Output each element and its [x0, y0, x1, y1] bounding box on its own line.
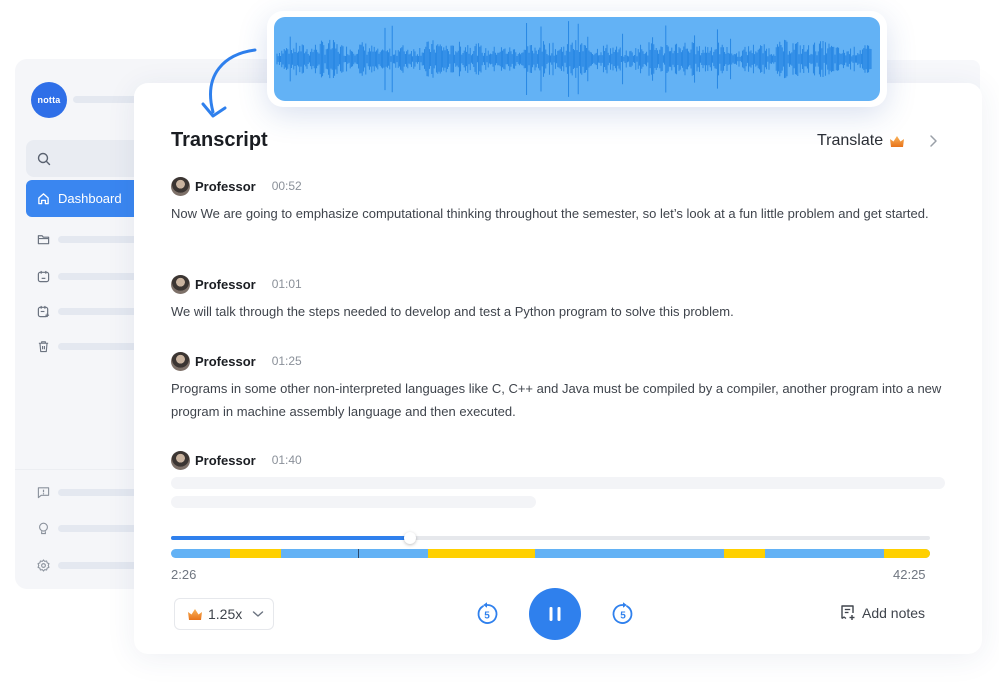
- notta-logo: notta: [31, 82, 67, 118]
- search-icon: [37, 152, 51, 165]
- svg-text:5: 5: [620, 611, 626, 622]
- calendar-edit-icon: [37, 305, 50, 318]
- playback-progress-slider[interactable]: [171, 532, 930, 544]
- transcript-text: Now We are going to emphasize computatio…: [171, 206, 929, 221]
- calendar-icon: [37, 270, 50, 283]
- audio-waveform-card: [267, 11, 887, 107]
- add-notes-label: Add notes: [862, 604, 926, 621]
- curved-arrow-icon: [201, 48, 257, 118]
- sidebar-item-feedback[interactable]: [37, 486, 138, 499]
- add-note-icon: [841, 605, 855, 620]
- timestamp[interactable]: 01:01: [272, 277, 302, 291]
- search-input[interactable]: [26, 140, 146, 177]
- transcript-entry[interactable]: Professor 01:01 We will talk through the…: [171, 274, 951, 323]
- timestamp[interactable]: 01:25: [272, 354, 302, 368]
- crown-icon: [188, 608, 202, 620]
- sidebar-item-settings[interactable]: [37, 559, 138, 572]
- chevron-right-icon[interactable]: [927, 133, 939, 149]
- transcript-entry[interactable]: Professor 01:40: [171, 450, 951, 470]
- playback-speed-select[interactable]: 1.25x: [174, 598, 274, 630]
- highlight-timeline[interactable]: [171, 549, 930, 558]
- sidebar-item-schedule[interactable]: [37, 305, 138, 318]
- progress-handle[interactable]: [404, 532, 417, 544]
- loading-placeholder-line: [171, 477, 945, 489]
- translate-button[interactable]: Translate: [817, 132, 905, 150]
- translate-label: Translate: [817, 132, 884, 149]
- add-notes-button[interactable]: Add notes: [840, 604, 925, 621]
- sidebar-item-folders[interactable]: [37, 233, 138, 246]
- audio-waveform: [276, 21, 872, 97]
- transcript-text: We will talk through the steps needed to…: [171, 304, 734, 319]
- timestamp[interactable]: 01:40: [272, 453, 302, 467]
- speed-value: 1.25x: [208, 606, 243, 622]
- total-duration: 42:25: [893, 567, 926, 582]
- timeline-marker: [357, 549, 359, 558]
- waveform-bars: [276, 21, 872, 97]
- trash-icon: [38, 341, 49, 353]
- speaker-avatar: [171, 450, 190, 470]
- highlight-segment[interactable]: [427, 549, 536, 558]
- transcript-entry[interactable]: Professor 00:52 Now We are going to emph…: [171, 176, 951, 225]
- forward-5-icon: 5: [612, 602, 633, 624]
- crown-icon: [890, 135, 905, 147]
- current-time: 2:26: [171, 567, 197, 582]
- transcript-card: Transcript Translate Professor 00:52 Now…: [134, 83, 982, 654]
- skip-forward-button[interactable]: 5: [610, 601, 636, 632]
- chevron-down-icon: [253, 611, 264, 617]
- highlight-segment[interactable]: [723, 549, 765, 558]
- pause-icon: [549, 607, 561, 621]
- sidebar-item-trash[interactable]: [37, 340, 138, 353]
- feedback-icon: [37, 487, 50, 499]
- highlight-segment[interactable]: [884, 549, 930, 558]
- loading-placeholder-line: [171, 496, 536, 508]
- page-title: Transcript: [171, 129, 268, 151]
- skip-back-button[interactable]: 5: [474, 601, 500, 632]
- transcript-text: Programs in some other non-interpreted l…: [171, 381, 942, 419]
- speaker-name: Professor: [195, 178, 256, 194]
- account-name-placeholder: [73, 96, 143, 103]
- sidebar-divider: [15, 469, 135, 470]
- sidebar-item-dashboard[interactable]: Dashboard: [26, 180, 146, 217]
- lightbulb-icon: [39, 522, 48, 535]
- speaker-name: Professor: [195, 452, 256, 468]
- sidebar-item-label: Dashboard: [58, 191, 122, 206]
- sidebar-item-tips[interactable]: [37, 522, 138, 535]
- transcript-entry[interactable]: Professor 01:25 Programs in some other n…: [171, 351, 951, 423]
- speaker-avatar: [171, 351, 190, 371]
- gear-icon: [37, 559, 50, 572]
- sidebar-item-calendar[interactable]: [37, 270, 138, 283]
- rewind-5-icon: 5: [477, 602, 498, 624]
- pause-button[interactable]: [529, 588, 581, 640]
- folder-icon: [37, 235, 50, 245]
- speaker-name: Professor: [195, 353, 256, 369]
- timestamp[interactable]: 00:52: [272, 179, 302, 193]
- home-icon: [38, 193, 49, 205]
- highlight-segment[interactable]: [230, 549, 282, 558]
- speaker-avatar: [171, 274, 190, 294]
- speaker-avatar: [171, 176, 190, 196]
- speaker-name: Professor: [195, 276, 256, 292]
- progress-fill: [171, 536, 411, 540]
- svg-text:5: 5: [484, 611, 490, 622]
